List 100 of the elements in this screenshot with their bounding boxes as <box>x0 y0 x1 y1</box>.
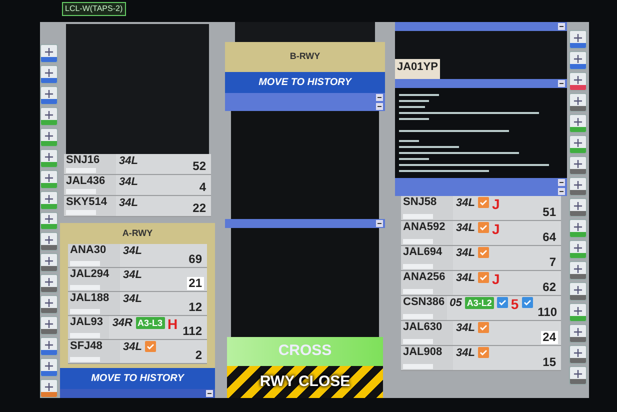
flight-strip[interactable]: JAL294 34L 21 <box>68 268 207 292</box>
toolbar-button[interactable] <box>40 64 58 84</box>
runway: 34L <box>456 247 475 260</box>
toolbar-button[interactable] <box>40 358 58 377</box>
toolbar-button[interactable] <box>40 379 58 398</box>
minimize-icon[interactable] <box>558 188 565 195</box>
toolbar-button[interactable] <box>569 177 587 196</box>
plus-icon <box>45 215 53 224</box>
toolbar-button[interactable] <box>569 303 587 322</box>
callsign: JAL630 <box>403 321 444 334</box>
runway: 34L <box>456 322 475 335</box>
toolbar-button[interactable] <box>569 261 587 280</box>
callsign: JAL908 <box>403 346 444 359</box>
toolbar-button[interactable] <box>40 106 58 126</box>
runway: 34L <box>119 196 138 210</box>
count-value: 21 <box>186 277 204 290</box>
toolbar-button[interactable] <box>40 295 58 314</box>
count-value: 22 <box>192 202 207 214</box>
callsign: ANA256 <box>403 271 446 284</box>
minimize-icon[interactable] <box>376 102 383 110</box>
count-value: 7 <box>548 256 557 269</box>
toolbar-button[interactable] <box>40 232 58 252</box>
minimize-icon[interactable] <box>558 23 565 30</box>
flight-strip[interactable]: SNJ58 34L J 51 <box>401 196 561 221</box>
sub-field <box>70 333 100 338</box>
plus-icon <box>574 139 582 147</box>
plus-icon <box>45 90 53 98</box>
minimize-icon[interactable] <box>558 179 565 186</box>
callsign: SFJ48 <box>70 340 104 353</box>
plus-icon <box>45 382 53 391</box>
runway: 34L <box>119 176 138 188</box>
runway: 34L <box>119 154 138 168</box>
toolbar-button[interactable] <box>569 114 587 133</box>
plus-icon <box>45 174 53 182</box>
toolbar-button[interactable] <box>40 190 58 210</box>
flight-strip[interactable]: CSN386 05 A3-L2 5 110 <box>401 296 561 321</box>
plus-icon <box>574 202 582 210</box>
count-value: 4 <box>198 180 207 194</box>
flight-strip[interactable]: JAL908 34L 15 <box>401 346 561 371</box>
toolbar-button[interactable] <box>569 345 587 364</box>
sub-field <box>403 364 433 369</box>
flight-strip[interactable]: SFJ48 34L 2 <box>68 340 207 364</box>
flight-strip[interactable]: JAL93 34R A3-L3 H 112 <box>68 316 207 340</box>
toolbar-button[interactable] <box>569 156 587 175</box>
callsign: SNJ58 <box>403 196 438 209</box>
plus-icon <box>45 299 53 308</box>
flight-strip[interactable]: SNJ16 34L 52 <box>64 154 211 174</box>
flight-strip[interactable]: JAL630 34L 24 <box>401 321 561 346</box>
plus-icon <box>574 286 582 294</box>
runway: 34L <box>123 341 142 354</box>
flight-strip[interactable]: SKY514 34L 22 <box>64 196 211 216</box>
flight-strip[interactable]: ANA256 34L J 62 <box>401 271 561 296</box>
callsign: CSN386 <box>403 296 445 309</box>
toolbar-button[interactable] <box>569 366 587 385</box>
count-value: 110 <box>536 306 558 319</box>
flight-strip[interactable]: JAL188 34L 12 <box>68 292 207 316</box>
toolbar-button[interactable] <box>569 324 587 343</box>
toolbar-button[interactable] <box>40 212 58 230</box>
toolbar-button[interactable] <box>569 198 587 217</box>
toolbar-button[interactable] <box>40 128 58 147</box>
move-to-history-button[interactable]: MOVE TO HISTORY <box>225 72 385 92</box>
toolbar-button[interactable] <box>569 30 587 49</box>
toolbar-button[interactable] <box>569 219 587 238</box>
plus-icon <box>45 278 53 286</box>
flight-strip[interactable]: JAL436 34L 4 <box>64 174 211 196</box>
minimize-icon[interactable] <box>376 220 383 228</box>
plus-icon <box>45 257 53 266</box>
toolbar-button[interactable] <box>40 170 58 189</box>
minimize-icon[interactable] <box>206 390 213 397</box>
toolbar-button[interactable] <box>569 72 587 91</box>
plus-icon <box>45 320 53 328</box>
flight-strip[interactable]: ANA30 34L 69 <box>68 244 207 268</box>
toolbar-button[interactable] <box>569 240 587 259</box>
toolbar-button[interactable] <box>569 93 587 112</box>
toolbar-button[interactable] <box>40 86 58 105</box>
move-to-history-button[interactable]: MOVE TO HISTORY <box>60 368 215 389</box>
toolbar-button[interactable] <box>40 316 58 336</box>
flight-strip[interactable]: JAL694 34L 7 <box>401 246 561 271</box>
toolbar-button[interactable] <box>569 51 587 70</box>
plus-icon <box>574 160 582 168</box>
flight-strip[interactable]: ANA592 34L J 64 <box>401 221 561 246</box>
runway: 34R <box>112 317 132 330</box>
sub-field <box>70 285 100 290</box>
minimize-icon[interactable] <box>558 80 565 87</box>
toolbar-button[interactable] <box>40 148 58 168</box>
toolbar-button[interactable] <box>40 253 58 272</box>
toolbar-button[interactable] <box>40 337 58 356</box>
sub-field <box>70 309 100 314</box>
minimize-icon[interactable] <box>376 94 383 100</box>
runway: 34L <box>123 293 142 306</box>
toolbar-button[interactable] <box>40 44 58 63</box>
aircraft-tag: JA01YP <box>395 58 440 79</box>
toolbar-button[interactable] <box>40 274 58 294</box>
sub-field <box>403 214 433 219</box>
plus-icon <box>574 55 582 63</box>
plus-icon <box>45 68 53 77</box>
toolbar-button[interactable] <box>569 282 587 301</box>
toolbar-button[interactable] <box>569 135 587 154</box>
callsign: JAL694 <box>403 246 444 259</box>
status-tag: A3-L3 <box>136 317 165 329</box>
